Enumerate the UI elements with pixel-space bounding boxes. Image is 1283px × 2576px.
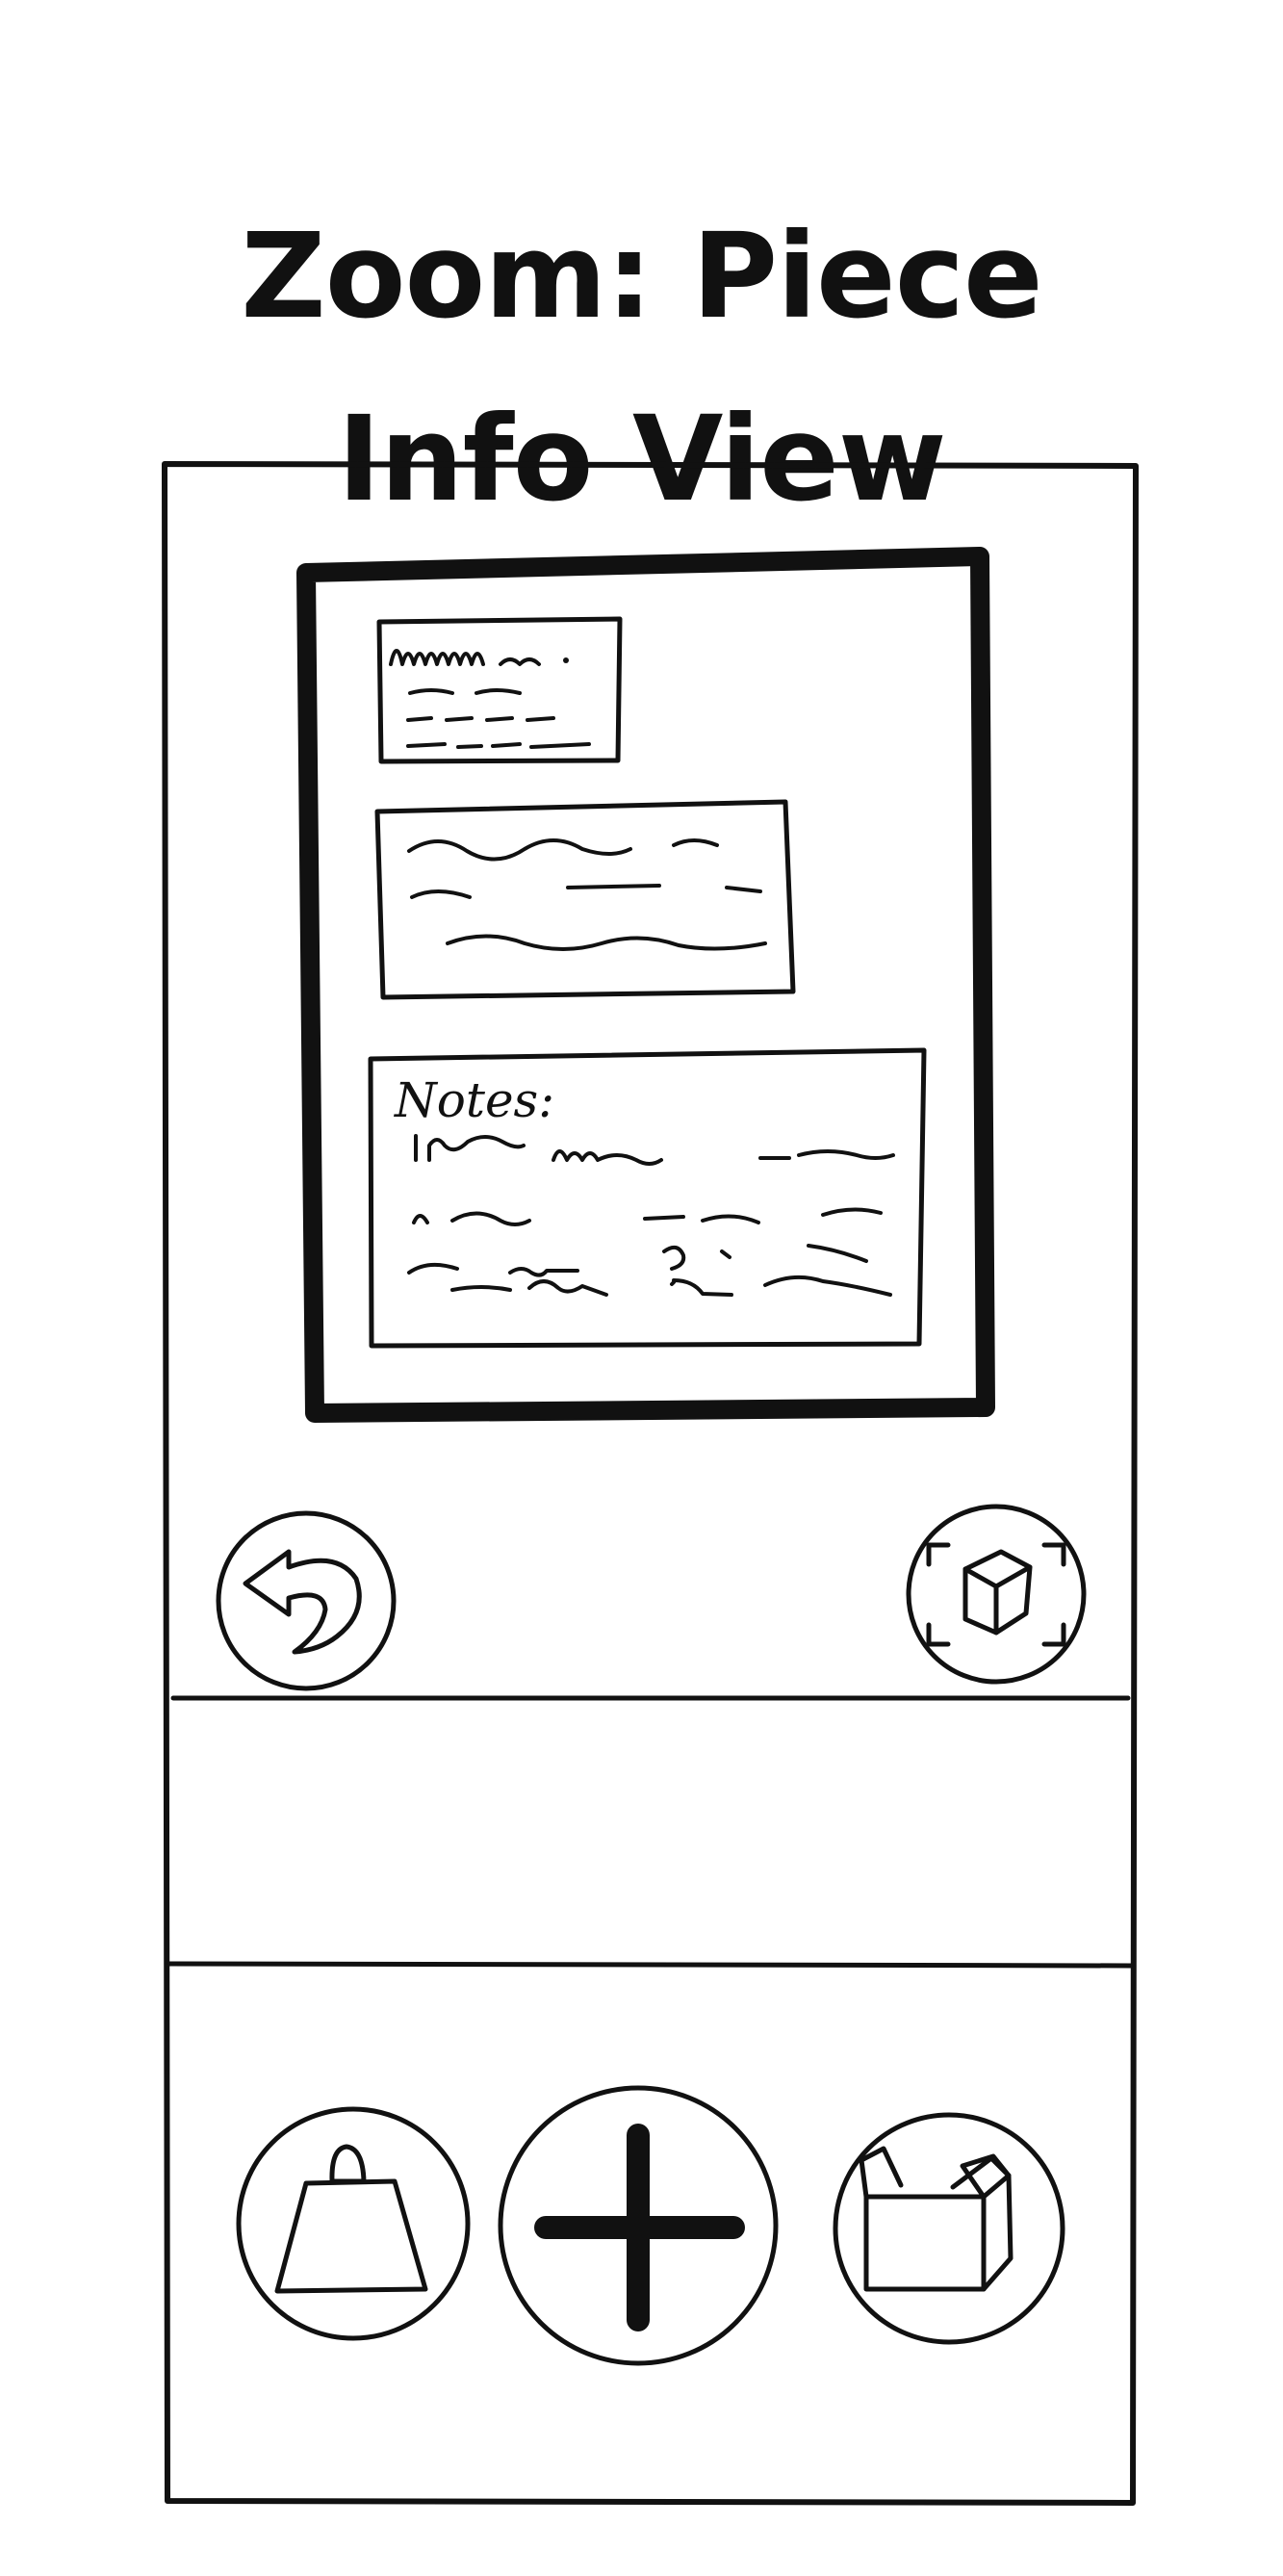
plus-icon <box>534 2124 745 2331</box>
open-box-button[interactable] <box>833 2112 1065 2345</box>
piece-name-box <box>376 616 623 764</box>
notes-box: Notes: <box>368 1047 927 1349</box>
open-box-icon <box>859 2146 1014 2292</box>
piece-info-card: Notes: <box>296 547 995 1423</box>
divider-bottom <box>167 1961 1134 1969</box>
weight-icon <box>274 2144 428 2294</box>
notes-label: Notes: <box>394 1072 554 1128</box>
piece-description-box <box>374 799 796 1000</box>
back-button[interactable] <box>216 1510 397 1691</box>
weight-button[interactable] <box>236 2106 471 2341</box>
add-button[interactable] <box>498 2085 779 2366</box>
ar-view-button[interactable] <box>906 1504 1087 1685</box>
phone-wireframe: Notes: <box>162 461 1139 2506</box>
ar-cube-scan-icon <box>926 1542 1066 1647</box>
back-arrow-icon <box>243 1549 362 1655</box>
